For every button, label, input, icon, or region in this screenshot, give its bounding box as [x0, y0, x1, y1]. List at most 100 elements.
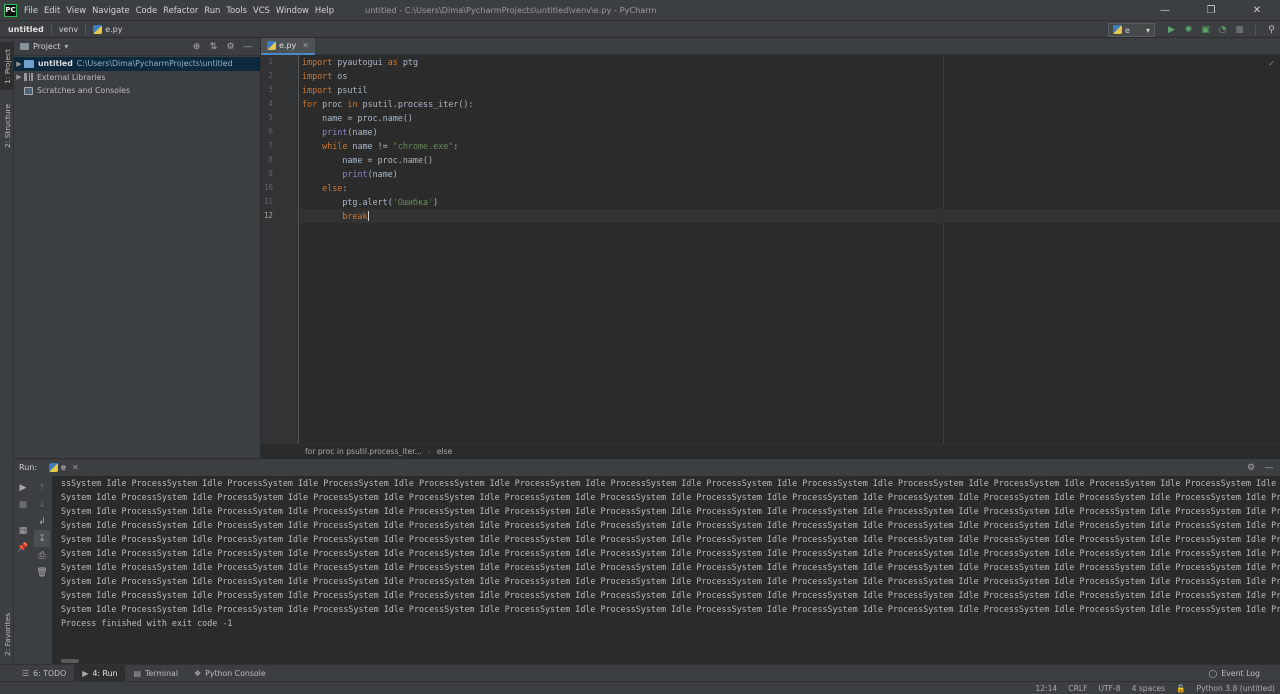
menu-run[interactable]: Run — [204, 5, 220, 15]
code-line[interactable]: print(name) — [300, 167, 1280, 181]
caret-position[interactable]: 12:14 — [1035, 684, 1057, 693]
soft-wrap-icon[interactable]: ↲ — [34, 513, 50, 530]
menu-file[interactable]: File — [24, 5, 38, 15]
rerun-icon[interactable]: ▶ — [15, 479, 31, 496]
line-number[interactable]: 2 — [261, 69, 298, 83]
code-line[interactable]: else: — [300, 181, 1280, 195]
arrow-up-icon[interactable]: ↑ — [34, 479, 50, 496]
lock-icon[interactable]: 🔓 — [1176, 684, 1185, 693]
code-line[interactable]: import pyautogui as ptg — [300, 55, 1280, 69]
code-line[interactable]: name = proc.name() — [300, 111, 1280, 125]
indent-setting[interactable]: 4 spaces — [1132, 684, 1165, 693]
line-number[interactable]: 3 — [261, 83, 298, 97]
line-number[interactable]: 6 — [261, 125, 298, 139]
line-separator[interactable]: CRLF — [1068, 684, 1087, 693]
tool-tab-favorites[interactable]: 2: Favorites — [0, 606, 14, 662]
stop-icon[interactable]: ■ — [15, 496, 31, 513]
line-number[interactable]: 8 — [261, 153, 298, 167]
tool-tab-python-console[interactable]: ❖ Python Console — [186, 665, 274, 682]
collapse-all-icon[interactable]: ⇅ — [205, 42, 222, 52]
line-number[interactable]: 5 — [261, 111, 298, 125]
layout-icon[interactable]: ▦ — [15, 522, 31, 539]
tree-item-external-libraries[interactable]: ▶ External Libraries — [14, 71, 260, 85]
code-line[interactable]: ptg.alert('Ошибка') — [300, 195, 1280, 209]
project-view-select[interactable]: Project — [33, 42, 60, 51]
menu-edit[interactable]: Edit — [44, 5, 60, 15]
close-icon[interactable]: ✕ — [1234, 0, 1280, 20]
code-area[interactable]: import pyautogui as ptg import os import p… — [300, 55, 1280, 444]
code-line[interactable]: break — [300, 209, 1280, 223]
inspection-ok-icon[interactable]: ✓ — [1268, 59, 1275, 68]
pin-icon[interactable]: 📌 — [15, 539, 31, 556]
restore-icon[interactable]: ❐ — [1188, 0, 1234, 20]
line-number[interactable]: 9 — [261, 167, 298, 181]
menu-view[interactable]: View — [66, 5, 86, 15]
chevron-right-icon[interactable]: ▶ — [14, 73, 24, 81]
code-crumb-for[interactable]: for proc in psutil.process_iter... — [305, 447, 422, 456]
run-tab-e[interactable]: e ✕ — [49, 463, 79, 472]
run-console-output[interactable]: ssSystem Idle ProcessSystem Idle Process… — [53, 476, 1280, 664]
tree-item-scratches[interactable]: Scratches and Consoles — [14, 84, 260, 98]
menu-vcs[interactable]: VCS — [253, 5, 270, 15]
menu-help[interactable]: Help — [315, 5, 334, 15]
menu-refactor[interactable]: Refactor — [163, 5, 198, 15]
run-icon[interactable]: ▶ — [1163, 22, 1180, 39]
gear-icon[interactable]: ⚙ — [222, 42, 239, 52]
tool-tab-structure[interactable]: 2: Structure — [0, 100, 14, 152]
menu-navigate[interactable]: Navigate — [92, 5, 130, 15]
debug-icon[interactable]: ✺ — [1180, 22, 1197, 39]
line-number[interactable]: 11 — [261, 195, 298, 209]
menu-code[interactable]: Code — [136, 5, 157, 15]
code-token: pyautogui — [332, 57, 388, 67]
crumb-separator — [50, 23, 52, 35]
line-number[interactable]: 10 — [261, 181, 298, 195]
code-line[interactable]: print(name) — [300, 125, 1280, 139]
line-number[interactable]: 4 — [261, 97, 298, 111]
line-number[interactable]: 1 — [261, 55, 298, 69]
python-interpreter[interactable]: Python 3.8 (untitled) — [1197, 684, 1275, 693]
run-icon: ▶ — [82, 668, 89, 678]
chevron-down-icon[interactable]: ▾ — [64, 42, 68, 51]
editor-tab-e-py[interactable]: e.py ✕ — [261, 38, 315, 55]
code-line[interactable]: while name != "chrome.exe": — [300, 139, 1280, 153]
trash-icon[interactable]: 🗑 — [34, 564, 50, 581]
code-crumb-else[interactable]: else — [437, 447, 452, 456]
minimize-icon[interactable]: — — [1142, 0, 1188, 20]
close-tab-icon[interactable]: ✕ — [72, 463, 79, 472]
tool-tab-run[interactable]: ▶ 4: Run — [74, 664, 126, 682]
tree-item-untitled[interactable]: ▶ untitled C:\Users\Dima\PycharmProjects… — [14, 57, 260, 71]
gear-icon[interactable]: ⚙ — [1242, 463, 1260, 473]
menu-tools[interactable]: Tools — [226, 5, 247, 15]
coverage-icon[interactable]: ▣ — [1197, 22, 1214, 39]
code-line[interactable]: name = proc.name() — [300, 153, 1280, 167]
crumb-file[interactable]: e.py — [105, 25, 122, 34]
search-icon[interactable]: ⚲ — [1263, 22, 1280, 39]
horizontal-scrollbar[interactable] — [61, 659, 79, 663]
print-icon[interactable]: ⎙ — [34, 547, 50, 564]
code-line[interactable]: for proc in psutil.process_iter(): — [300, 97, 1280, 111]
file-encoding[interactable]: UTF-8 — [1098, 684, 1120, 693]
run-tab-label: e — [61, 463, 66, 472]
code-line[interactable]: import psutil — [300, 83, 1280, 97]
code-line[interactable]: import os — [300, 69, 1280, 83]
run-configuration-select[interactable]: e ▾ — [1108, 23, 1155, 37]
hide-panel-icon[interactable]: — — [239, 42, 256, 52]
line-number[interactable]: 7 — [261, 139, 298, 153]
close-tab-icon[interactable]: ✕ — [302, 41, 309, 50]
project-panel: Project ▾ ⊕ ⇅ ⚙ — ▶ untitled C:\Users\Di… — [14, 38, 261, 458]
tool-tab-project[interactable]: 1: Project — [0, 42, 14, 90]
chevron-right-icon[interactable]: ▶ — [14, 60, 24, 68]
tool-tab-terminal[interactable]: ▤ Terminal — [125, 665, 186, 682]
profile-icon[interactable]: ◔ — [1214, 22, 1231, 39]
line-number[interactable]: 12 — [261, 209, 298, 223]
menu-window[interactable]: Window — [276, 5, 309, 15]
stop-icon[interactable]: ■ — [1231, 22, 1248, 39]
crumb-venv[interactable]: venv — [59, 25, 78, 34]
scroll-to-end-icon[interactable]: ↧ — [34, 530, 50, 547]
hide-panel-icon[interactable]: — — [1260, 463, 1278, 473]
locate-icon[interactable]: ⊕ — [188, 42, 205, 52]
arrow-down-icon[interactable]: ↓ — [34, 496, 50, 513]
event-log-button[interactable]: ◯ Event Log — [1209, 665, 1260, 682]
crumb-project[interactable]: untitled — [8, 25, 44, 34]
tool-tab-todo[interactable]: ☰ 6: TODO — [14, 665, 74, 682]
